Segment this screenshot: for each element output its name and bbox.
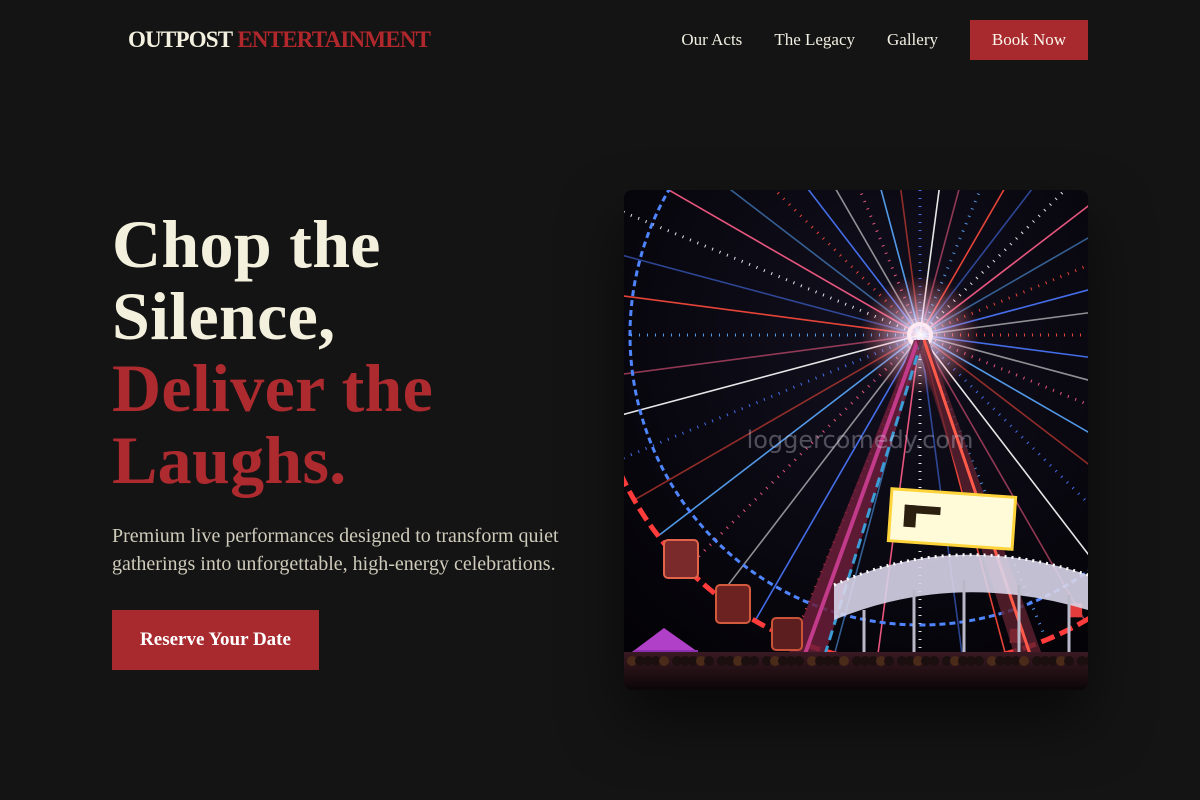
hero-headline: Chop the Silence, Deliver the Laughs. [112,208,592,496]
hero-ferris-wheel-image: loggercomedy.com [624,190,1088,690]
headline-line-4: Laughs. [112,422,347,498]
nav-link-gallery[interactable]: Gallery [887,30,938,50]
brand-logo[interactable]: OUTPOST ENTERTAINMENT [128,27,431,53]
headline-line-2: Silence, [112,278,336,354]
headline-line-1: Chop the [112,206,381,282]
reserve-date-button[interactable]: Reserve Your Date [112,610,319,670]
hero-text-block: Chop the Silence, Deliver the Laughs. [112,208,592,496]
brand-name-part2: ENTERTAINMENT [237,27,431,52]
main-nav: Our Acts The Legacy Gallery Book Now [681,20,1088,60]
nav-link-the-legacy[interactable]: The Legacy [774,30,855,50]
image-watermark: loggercomedy.com [747,426,974,454]
book-now-button[interactable]: Book Now [970,20,1088,60]
nav-link-our-acts[interactable]: Our Acts [681,30,742,50]
ferris-wheel-illustration: loggercomedy.com [624,190,1088,690]
brand-name-part1: OUTPOST [128,27,233,52]
headline-line-3: Deliver the [112,350,434,426]
hero-subtitle: Premium live performances designed to tr… [112,525,559,575]
hub-glow [860,275,980,395]
site-header: OUTPOST ENTERTAINMENT Our Acts The Legacy… [0,0,1200,80]
marquee-sign [886,487,1018,551]
crowd-heads [627,656,1088,666]
